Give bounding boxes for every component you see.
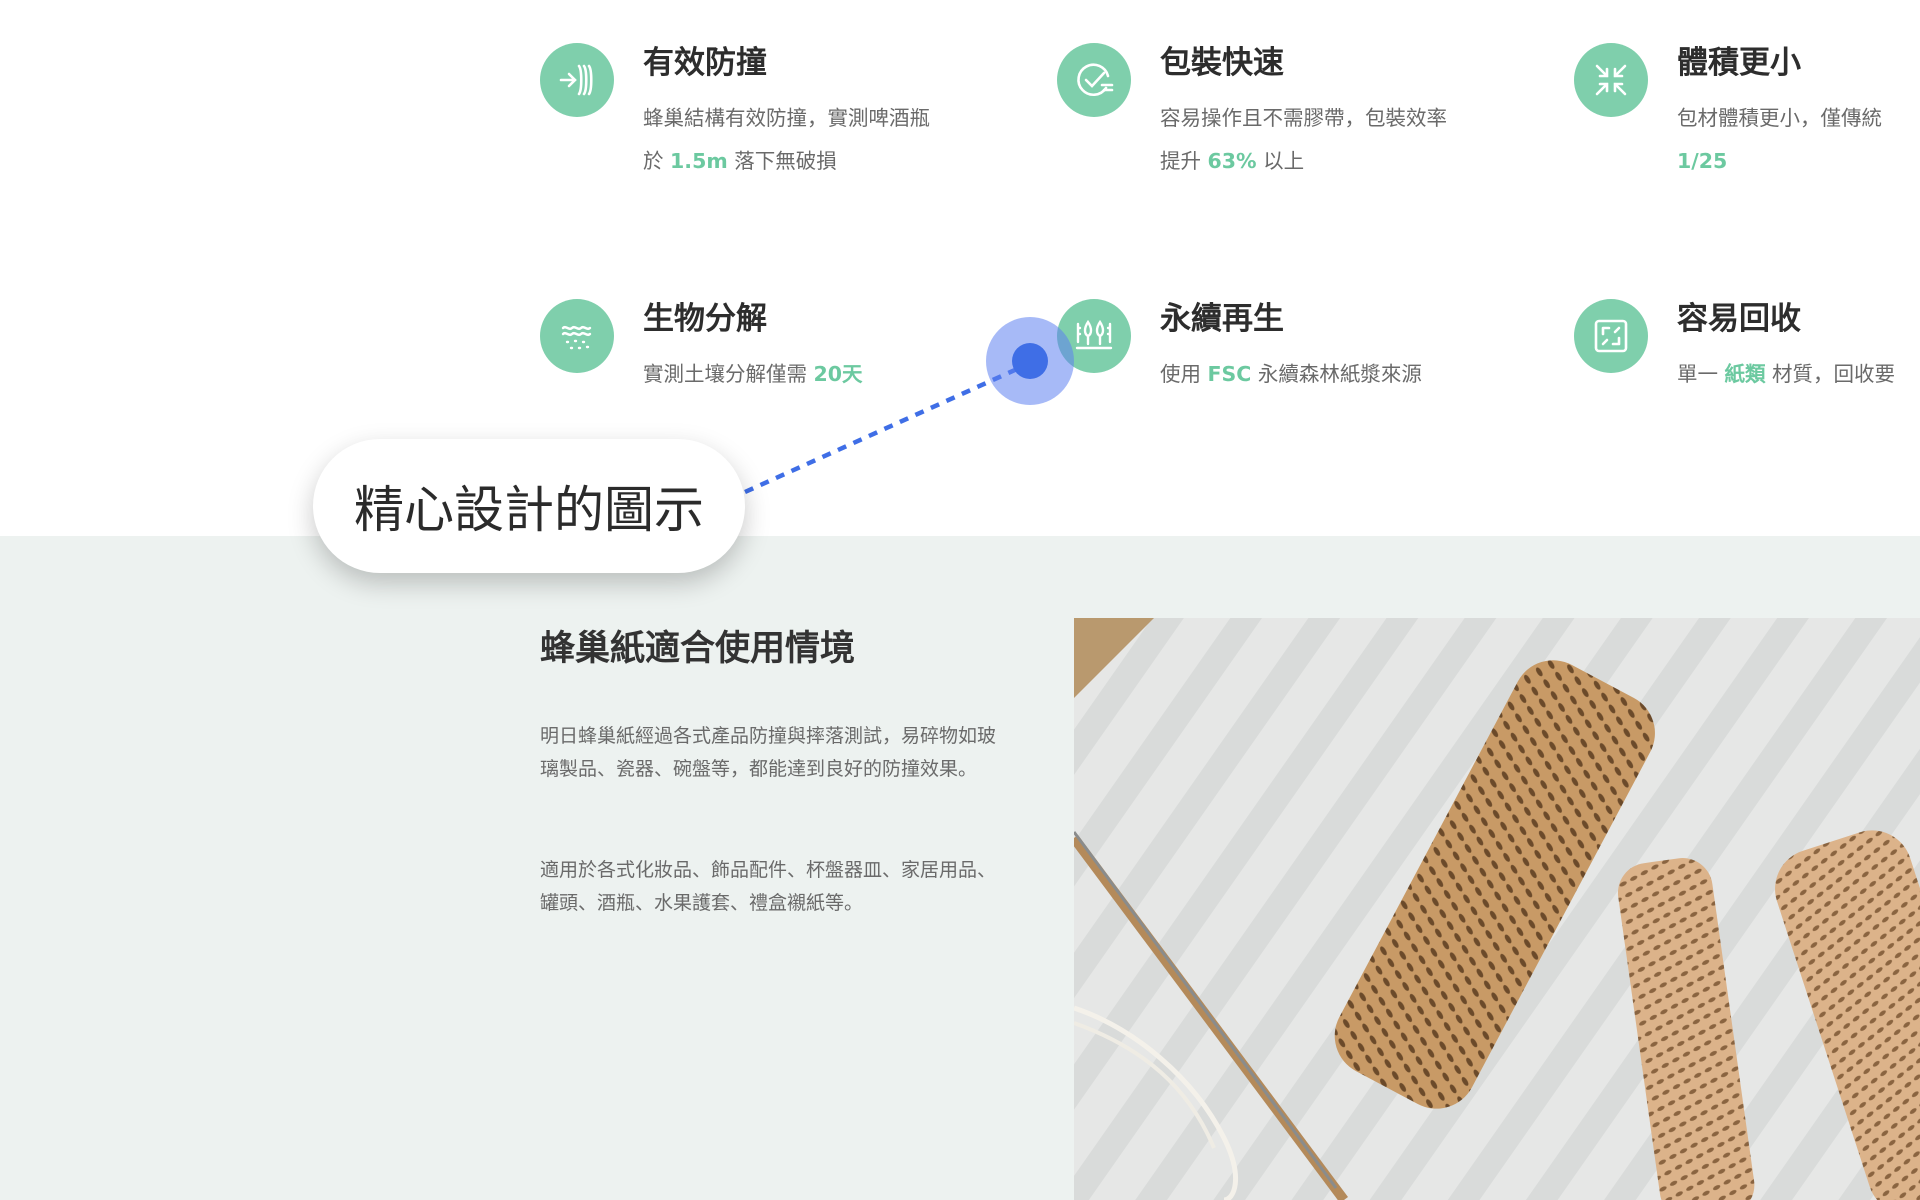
feature-description: 使用 FSC 永續森林紙漿來源 <box>1160 353 1422 396</box>
fast-packing-icon <box>1057 43 1131 117</box>
feature-description-line: 單一 紙類 材質，回收要 <box>1677 353 1895 396</box>
highlight-value: 63% <box>1207 149 1257 173</box>
feature-title: 有效防撞 <box>643 45 767 81</box>
recycle-icon <box>1574 299 1648 373</box>
description-text: 落下無破損 <box>727 149 837 173</box>
highlight-value: 1/25 <box>1677 149 1728 173</box>
compress-icon <box>1574 43 1648 117</box>
section-paragraph: 明日蜂巢紙經過各式產品防撞與摔落測試，易碎物如玻璃製品、瓷器、碗盤等，都能達到良… <box>540 725 997 780</box>
feature-description: 蜂巢結構有效防撞，實測啤酒瓶於 1.5m 落下無破損 <box>643 97 930 183</box>
honeycomb-paper-photo <box>1074 618 1920 1200</box>
feature-description-line: 包材體積更小，僅傳統 <box>1677 97 1882 140</box>
feature-title: 永續再生 <box>1160 301 1284 337</box>
annotation-target-dot <box>1012 343 1048 379</box>
description-text: 實測土壤分解僅需 <box>643 362 814 386</box>
highlight-value: 20天 <box>813 362 863 386</box>
description-text: 以上 <box>1256 149 1305 173</box>
description-text: 材質，回收要 <box>1765 362 1896 386</box>
section-paragraph: 適用於各式化妝品、飾品配件、杯盤器皿、家居用品、罐頭、酒瓶、水果護套、禮盒襯紙等… <box>540 859 997 914</box>
biodegrade-icon <box>540 299 614 373</box>
highlight-value: FSC <box>1207 362 1252 386</box>
annotation-callout: 精心設計的圖示 <box>313 439 745 573</box>
feature-description-line: 提升 63% 以上 <box>1160 140 1447 183</box>
feature-description-line: 容易操作且不需膠帶，包裝效率 <box>1160 97 1447 140</box>
description-text: 包材體積更小，僅傳統 <box>1677 106 1882 130</box>
feature-description-line: 實測土壤分解僅需 20天 <box>643 353 863 396</box>
description-text: 蜂巢結構有效防撞，實測啤酒瓶 <box>643 106 930 130</box>
feature-title: 包裝快速 <box>1160 45 1284 81</box>
description-text: 單一 <box>1677 362 1725 386</box>
feature-description: 單一 紙類 材質，回收要 <box>1677 353 1895 396</box>
feature-description: 實測土壤分解僅需 20天 <box>643 353 863 396</box>
description-text: 容易操作且不需膠帶，包裝效率 <box>1160 106 1447 130</box>
section-title: 蜂巢紙適合使用情境 <box>540 629 856 669</box>
description-text: 於 <box>643 149 671 173</box>
feature-title: 容易回收 <box>1677 301 1801 337</box>
feature-description: 容易操作且不需膠帶，包裝效率 提升 63% 以上 <box>1160 97 1447 183</box>
description-text: 永續森林紙漿來源 <box>1251 362 1422 386</box>
highlight-value: 1.5m <box>670 149 728 173</box>
feature-description-line: 蜂巢結構有效防撞，實測啤酒瓶 <box>643 97 930 140</box>
feature-description: 包材體積更小，僅傳統 1/25 <box>1677 97 1882 183</box>
feature-description-line: 1/25 <box>1677 140 1882 183</box>
feature-description-line: 於 1.5m 落下無破損 <box>643 140 930 183</box>
description-text: 使用 <box>1160 362 1208 386</box>
description-text: 提升 <box>1160 149 1208 173</box>
shockproof-icon <box>540 43 614 117</box>
highlight-value: 紙類 <box>1724 362 1766 386</box>
feature-description-line: 使用 FSC 永續森林紙漿來源 <box>1160 353 1422 396</box>
feature-title: 體積更小 <box>1677 45 1801 81</box>
feature-title: 生物分解 <box>643 301 767 337</box>
